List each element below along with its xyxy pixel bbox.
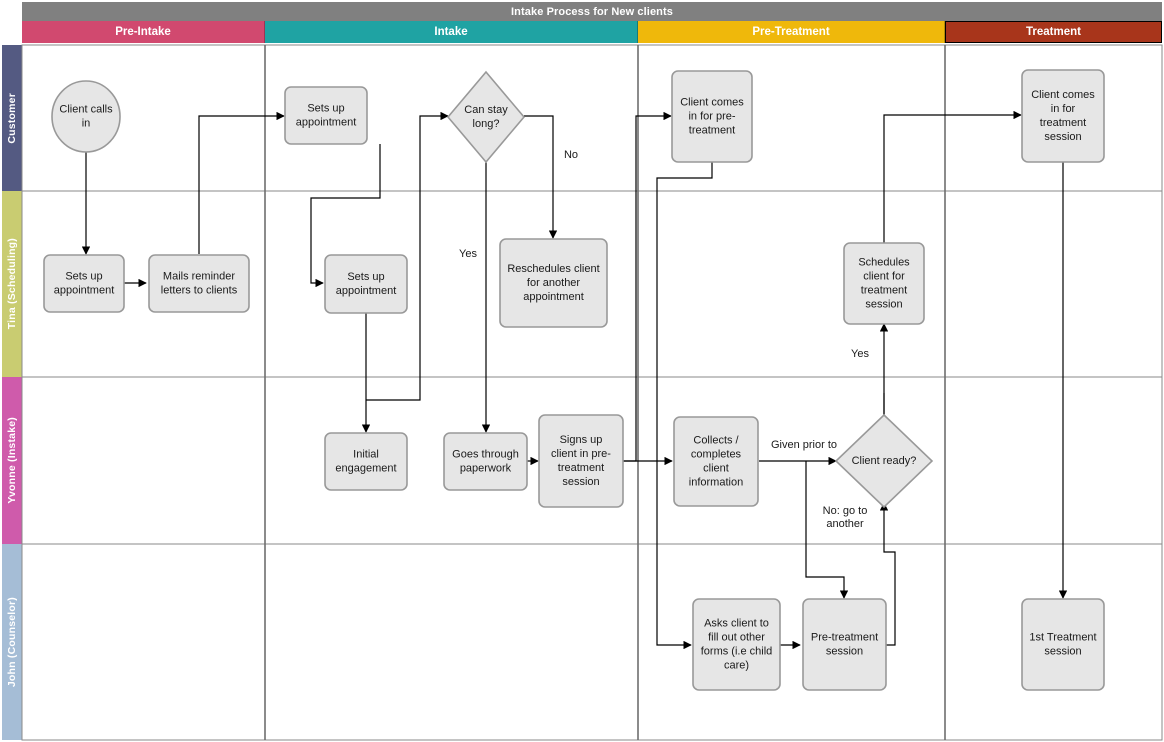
node-reschedules-client[interactable]: Reschedules client for another appointment [499, 238, 608, 328]
node-first-treatment[interactable]: 1st Treatment session [1021, 598, 1105, 691]
lane-grid [21, 44, 1163, 741]
edge-signsup-to-clientcomespre [623, 111, 672, 462]
diagram-frame [21, 44, 1163, 741]
edge-label-label-no: No [564, 149, 578, 161]
node-asks-client-forms[interactable]: Asks client to fill out other forms (i.e c… [692, 598, 781, 691]
node-schedules-client[interactable]: Schedules client for treatment session [843, 242, 925, 325]
node-signs-up-client[interactable]: Signs up client in pre-treatment session [538, 414, 624, 508]
node-sets-up-appointment-2[interactable]: Sets up appointment [284, 86, 368, 145]
flowchart-svg: Client calls in Sets up appointment Mails re… [21, 44, 1163, 741]
edge-mails-to-setsup2 [198, 111, 285, 254]
edge-label-label-yes-stay: Yes [459, 248, 477, 260]
edge-label-label-yes-ready: Yes [851, 348, 869, 360]
node-client-calls-in[interactable]: Client calls in [51, 80, 121, 153]
node-can-stay-long[interactable]: Can stay long? [446, 70, 526, 164]
node-initial-engagement[interactable]: Initial engagement [324, 432, 408, 491]
node-sets-up-appointment-1[interactable]: Sets up appointment [43, 254, 125, 313]
swimlane-diagram-canvas: Intake Process for New clients Pre-Intak… [0, 0, 1164, 742]
node-sets-up-appointment-3[interactable]: Sets up appointment [324, 254, 408, 314]
node-pre-treatment-session[interactable]: Pre-treatment session [802, 598, 887, 691]
node-client-comes-treatment[interactable]: Client comes in for treatment session [1021, 69, 1105, 163]
edge-canstaylong-no [524, 115, 558, 239]
node-label-client-ready: Client ready? [852, 455, 917, 467]
edge-label-label-no-go-another2: another [826, 518, 864, 530]
node-client-ready[interactable]: Client ready? [834, 413, 934, 509]
edge-label-label-given-prior: Given prior to [771, 439, 837, 451]
node-client-comes-pre[interactable]: Client comes in for pre-treatment [671, 70, 753, 163]
node-goes-through-paperwork[interactable]: Goes through paperwork [443, 432, 528, 491]
node-label-client-comes-pre: Client comes in for pre-treatment [680, 96, 744, 136]
edge-clientcomespre-to-asksforms [656, 162, 713, 650]
edge-label-label-no-go-another: No: go to [823, 505, 868, 517]
node-mails-reminder[interactable]: Mails reminder letters to clients [148, 254, 250, 313]
edge-schedules-to-clientcomestreatment [883, 110, 1022, 243]
node-collects-completes[interactable]: Collects / completes client information [673, 416, 759, 507]
flow-connectors [81, 110, 1068, 650]
